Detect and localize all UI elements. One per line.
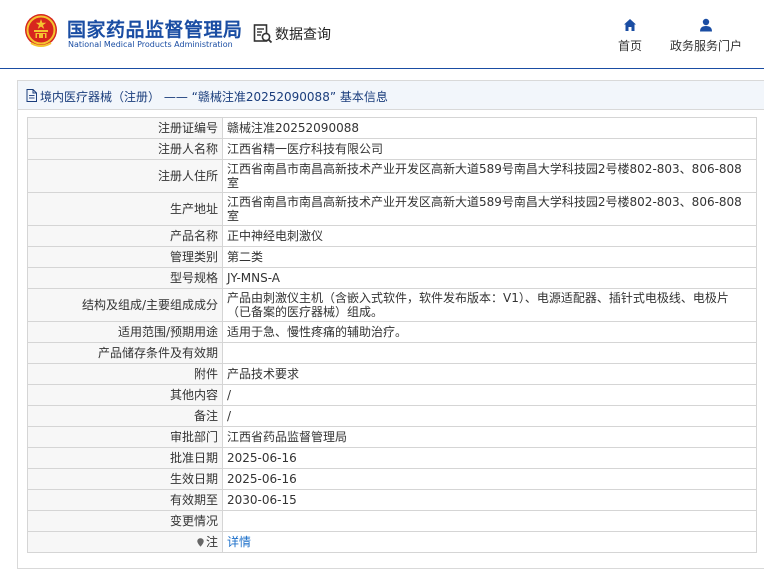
field-label: 注册人名称 xyxy=(27,138,223,160)
table-row: 生效日期 2025-06-16 xyxy=(27,468,757,490)
field-value: 2025-06-16 xyxy=(222,447,757,469)
nav-portal-label: 政务服务门户 xyxy=(669,39,742,53)
field-label: 管理类别 xyxy=(27,246,223,268)
national-emblem-icon[interactable] xyxy=(24,13,58,49)
field-value: 江西省南昌市南昌高新技术产业开发区高新大道589号南昌大学科技园2号楼802-8… xyxy=(222,192,757,226)
data-query-label: 数据查询 xyxy=(275,27,331,43)
field-label: 生效日期 xyxy=(27,468,223,490)
field-value: 赣械注准20252090088 xyxy=(222,117,757,139)
field-value: JY-MNS-A xyxy=(222,267,757,289)
field-label: 变更情况 xyxy=(27,510,223,532)
table-row: 备注 / xyxy=(27,405,757,427)
field-label-note: 注 xyxy=(27,531,223,553)
field-label: 结构及组成/主要组成成分 xyxy=(27,288,223,322)
field-value: / xyxy=(222,384,757,406)
field-value: 江西省南昌市南昌高新技术产业开发区高新大道589号南昌大学科技园2号楼802-8… xyxy=(222,159,757,193)
field-label: 产品储存条件及有效期 xyxy=(27,342,223,364)
device-info-table: 注册证编号 赣械注准20252090088 注册人名称 江西省精一医疗科技有限公… xyxy=(27,117,757,553)
breadcrumb: 境内医疗器械（注册） —— “赣械注准20252090088” 基本信息 xyxy=(18,81,764,110)
data-query-icon xyxy=(253,24,273,44)
field-value xyxy=(222,342,757,364)
field-value: 第二类 xyxy=(222,246,757,268)
field-label: 附件 xyxy=(27,363,223,385)
detail-panel: 境内医疗器械（注册） —— “赣械注准20252090088” 基本信息 注册证… xyxy=(17,80,764,569)
table-row: 批准日期 2025-06-16 xyxy=(27,447,757,469)
field-value xyxy=(222,510,757,532)
table-row: 产品储存条件及有效期 xyxy=(27,342,757,364)
note-label: 注 xyxy=(205,535,218,549)
table-row: 附件 产品技术要求 xyxy=(27,363,757,385)
header-divider xyxy=(0,68,764,69)
table-row: 注册人名称 江西省精一医疗科技有限公司 xyxy=(27,138,757,160)
field-label: 其他内容 xyxy=(27,384,223,406)
field-label: 注册人住所 xyxy=(27,159,223,193)
table-row: 审批部门 江西省药品监督管理局 xyxy=(27,426,757,448)
table-row: 产品名称 正中神经电刺激仪 xyxy=(27,225,757,247)
field-value: 2025-06-16 xyxy=(222,468,757,490)
table-row: 适用范围/预期用途 适用于急、慢性疼痛的辅助治疗。 xyxy=(27,321,757,343)
site-logo-title[interactable]: 国家药品监督管理局 xyxy=(67,15,243,42)
user-icon xyxy=(700,18,712,32)
field-value: 产品技术要求 xyxy=(222,363,757,385)
field-value: 江西省药品监督管理局 xyxy=(222,426,757,448)
field-value: 江西省精一医疗科技有限公司 xyxy=(222,138,757,160)
field-value: 适用于急、慢性疼痛的辅助治疗。 xyxy=(222,321,757,343)
field-label: 备注 xyxy=(27,405,223,427)
breadcrumb-text: 境内医疗器械（注册） —— “赣械注准20252090088” 基本信息 xyxy=(40,90,388,104)
field-value: / xyxy=(222,405,757,427)
table-row: 有效期至 2030-06-15 xyxy=(27,489,757,511)
table-row: 管理类别 第二类 xyxy=(27,246,757,268)
field-value: 产品由刺激仪主机（含嵌入式软件，软件发布版本：V1）、电源适配器、插针式电极线、… xyxy=(222,288,757,322)
field-label: 批准日期 xyxy=(27,447,223,469)
site-header: 国家药品监督管理局 National Medical Products Admi… xyxy=(0,0,764,68)
data-query-button[interactable]: 数据查询 xyxy=(253,22,331,46)
site-logo-subtitle: National Medical Products Administration xyxy=(68,40,233,49)
table-row: 型号规格 JY-MNS-A xyxy=(27,267,757,289)
field-value: 2030-06-15 xyxy=(222,489,757,511)
nav-home[interactable]: 首页 xyxy=(614,18,646,54)
field-label: 产品名称 xyxy=(27,225,223,247)
table-row: 注 详情 xyxy=(27,531,757,553)
document-icon xyxy=(26,89,37,102)
nav-gov-service-portal[interactable]: 政务服务门户 xyxy=(668,18,744,54)
table-row: 注册人住所 江西省南昌市南昌高新技术产业开发区高新大道589号南昌大学科技园2号… xyxy=(27,159,757,193)
table-row: 生产地址 江西省南昌市南昌高新技术产业开发区高新大道589号南昌大学科技园2号楼… xyxy=(27,192,757,226)
field-label: 有效期至 xyxy=(27,489,223,511)
table-row: 变更情况 xyxy=(27,510,757,532)
field-label: 审批部门 xyxy=(27,426,223,448)
field-value: 正中神经电刺激仪 xyxy=(222,225,757,247)
field-label: 型号规格 xyxy=(27,267,223,289)
table-row: 结构及组成/主要组成成分 产品由刺激仪主机（含嵌入式软件，软件发布版本：V1）、… xyxy=(27,288,757,322)
table-row: 其他内容 / xyxy=(27,384,757,406)
nav-home-label: 首页 xyxy=(617,39,642,53)
field-label: 注册证编号 xyxy=(27,117,223,139)
table-row: 注册证编号 赣械注准20252090088 xyxy=(27,117,757,139)
details-link[interactable]: 详情 xyxy=(227,535,251,549)
field-label: 生产地址 xyxy=(27,192,223,226)
field-label: 适用范围/预期用途 xyxy=(27,321,223,343)
field-value: 详情 xyxy=(222,531,757,553)
pin-icon xyxy=(197,538,204,547)
home-icon xyxy=(624,19,636,31)
